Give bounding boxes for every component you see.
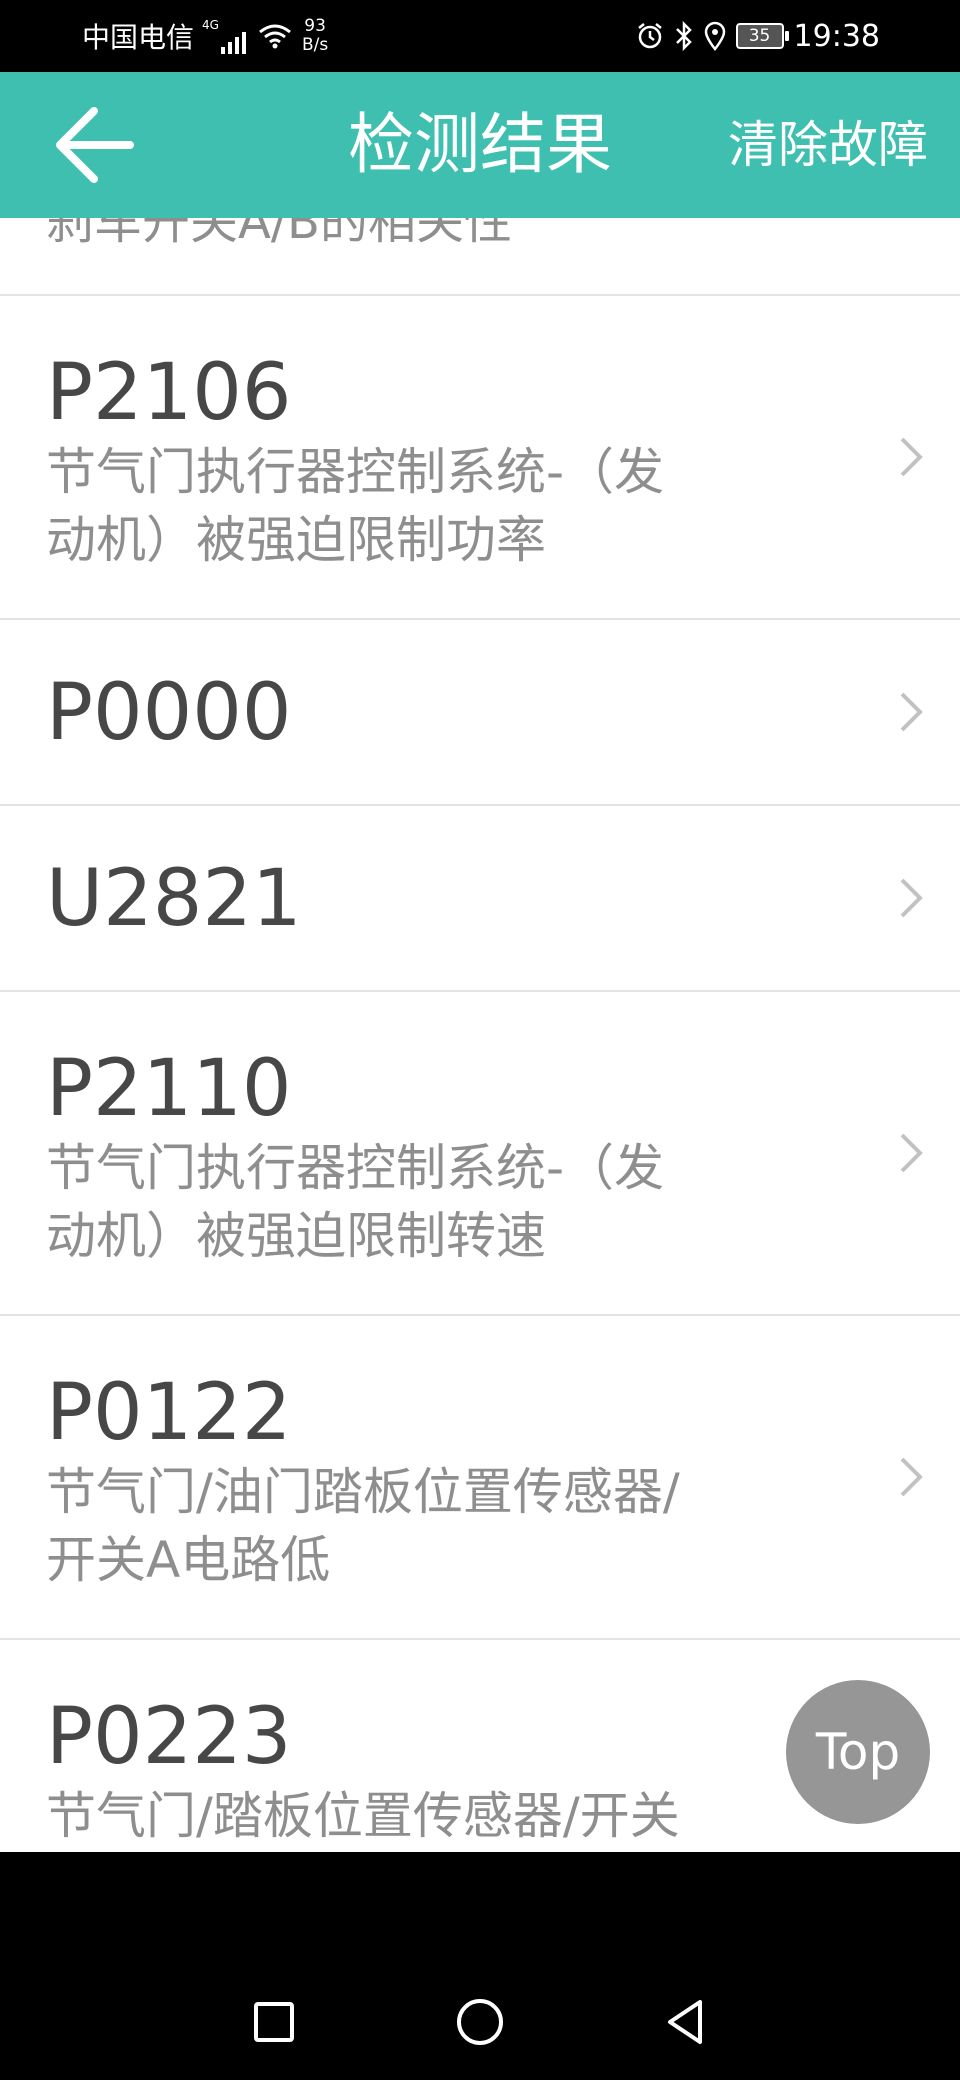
fault-code: P0223 [46,1692,292,1782]
wifi-icon [259,24,291,49]
status-left: 中国电信 4G 93 B/s [82,0,328,72]
list-item[interactable]: P2110 节气门执行器控制系统-（发 动机）被强迫限制转速 [0,992,960,1316]
fault-code: P2110 [46,1044,292,1134]
arrow-left-icon [56,107,134,183]
list-item-partial[interactable]: 刹车开关A/B的相关性 [0,218,960,296]
fault-description: 节气门/踏板位置传感器/开关 [46,1787,680,1845]
list-item[interactable]: P2106 节气门执行器控制系统-（发 动机）被强迫限制功率 [0,296,960,620]
battery-level: 35 [748,26,771,46]
alarm-icon [637,23,662,49]
clock: 19:38 [793,18,880,54]
fault-description: 动机）被强迫限制功率 [46,511,546,569]
list-item[interactable]: U2821 [0,806,960,992]
fault-description: 动机）被强迫限制转速 [46,1207,546,1265]
fault-code: U2821 [46,854,302,944]
chevron-right-icon [900,1133,923,1173]
circle-icon[interactable] [450,1992,510,2052]
system-nav-bar [0,1852,960,2080]
location-icon [704,21,725,51]
network-speed: 93 B/s [302,17,328,55]
signal-icon: 4G [202,18,246,54]
speed-unit: B/s [301,35,329,55]
fault-description: 刹车开关A/B的相关性 [46,218,512,250]
chevron-right-icon [900,878,923,918]
list-item[interactable]: P0000 [0,620,960,806]
app-bar: 检测结果 清除故障 [0,72,960,218]
square-icon[interactable] [244,1992,304,2052]
fault-description: 节气门/油门踏板位置传感器/ [46,1463,680,1521]
list-item[interactable]: P0122 节气门/油门踏板位置传感器/ 开关A电路低 [0,1316,960,1640]
carrier-label: 中国电信 [82,21,195,54]
clear-faults-button[interactable]: 清除故障 [728,72,928,218]
speed-value: 93 [304,16,326,36]
fault-description: 开关A电路低 [46,1531,331,1589]
battery-icon: 35 [735,23,789,49]
bluetooth-icon [675,21,692,51]
chevron-right-icon [900,1457,923,1497]
fault-code-list: 刹车开关A/B的相关性 P2106 节气门执行器控制系统-（发 动机）被强迫限制… [0,218,960,1852]
status-right: 35 19:38 [636,0,880,72]
chevron-right-icon [900,437,923,477]
chevron-right-icon [900,692,923,732]
triangle-back-icon[interactable] [656,1992,716,2052]
fault-description: 节气门执行器控制系统-（发 [46,443,665,501]
fault-description: 节气门执行器控制系统-（发 [46,1139,665,1197]
back-button[interactable] [54,100,154,190]
fault-code: P2106 [46,348,292,438]
network-type-label: 4G [202,18,219,32]
fault-code: P0000 [46,668,292,758]
fault-code: P0122 [46,1368,292,1458]
status-bar: 中国电信 4G 93 B/s 35 19:38 [0,0,960,72]
scroll-top-button[interactable]: Top [786,1680,930,1824]
